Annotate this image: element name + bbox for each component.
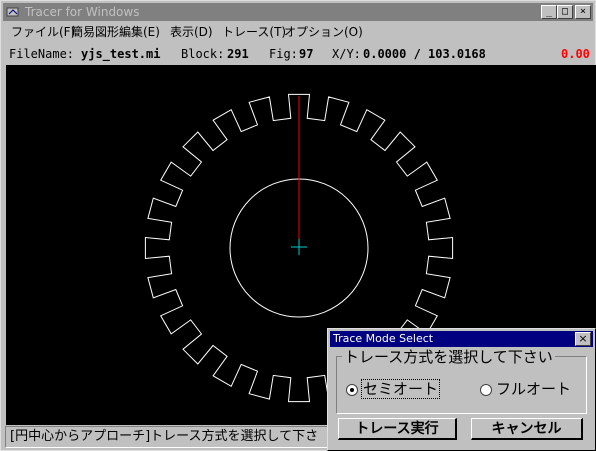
menu-view[interactable]: 表示(D) [170, 24, 213, 40]
info-bar: FileName: yjs_test.mi Block: 291 Fig: 97… [3, 43, 593, 65]
menu-file[interactable]: ファイル(F) [11, 24, 75, 40]
radio-checked-icon [346, 383, 358, 396]
filename-value: yjs_test.mi [81, 47, 161, 61]
radio-full-auto-label: フルオート [496, 380, 572, 398]
cancel-button[interactable]: キャンセル [471, 418, 583, 440]
radio-full-auto[interactable]: フルオート [480, 379, 571, 399]
block-value: 291 [227, 47, 249, 61]
dialog-title: Trace Mode Select [333, 332, 434, 345]
window-title: Tracer for Windows [25, 5, 140, 19]
minimize-button[interactable]: _ [541, 5, 557, 19]
menu-options[interactable]: オプション(O) [284, 24, 363, 40]
dialog-title-bar[interactable]: Trace Mode Select × [330, 331, 593, 347]
dialog-prompt: トレース方式を選択して下さい [342, 348, 555, 366]
xy-label: X/Y: [332, 47, 361, 61]
trace-mode-dialog: Trace Mode Select × トレース方式を選択して下さい セミオート… [327, 328, 596, 451]
filename-label: FileName: [9, 47, 75, 61]
xy-value: 0.0000 / 103.0168 [363, 47, 486, 61]
menu-trace[interactable]: トレース(T) [222, 24, 286, 40]
close-button[interactable]: × [575, 5, 591, 19]
menu-edit[interactable]: 簡易図形編集(E) [71, 24, 160, 40]
status-text: [円中心からアプローチ]トレース方式を選択して下さ [10, 429, 319, 444]
radio-semi-auto-label: セミオート [360, 379, 441, 399]
maximize-button[interactable]: □ [557, 5, 573, 19]
title-bar[interactable]: Tracer for Windows _ □ × [3, 3, 593, 21]
fig-value: 97 [299, 47, 314, 61]
fig-label: Fig: [269, 47, 298, 61]
app-icon [6, 7, 19, 17]
radio-semi-auto[interactable]: セミオート [346, 379, 441, 399]
menu-bar: ファイル(F) 簡易図形編集(E) 表示(D) トレース(T) オプション(O) [3, 22, 593, 42]
dialog-close-button[interactable]: × [575, 332, 591, 346]
trace-execute-button[interactable]: トレース実行 [338, 418, 457, 440]
red-value: 0.00 [561, 47, 590, 61]
radio-unchecked-icon [480, 383, 492, 396]
block-label: Block: [181, 47, 225, 61]
